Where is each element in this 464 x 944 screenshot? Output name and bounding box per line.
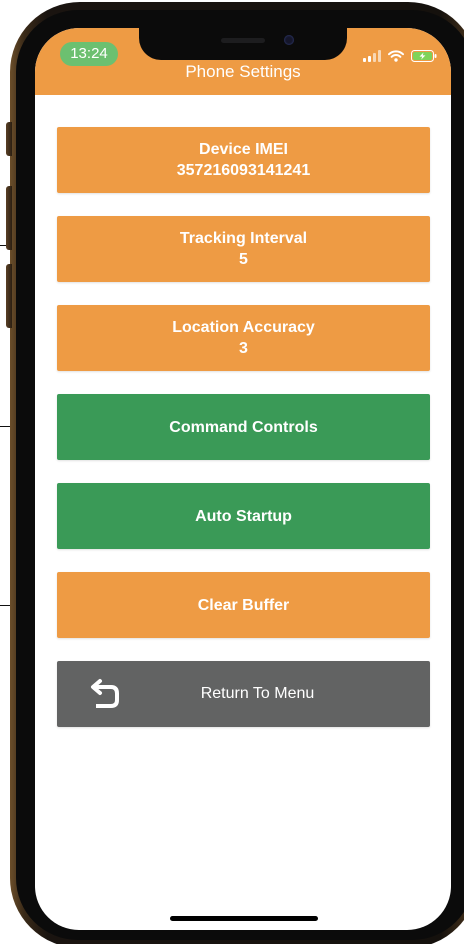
status-icons	[363, 48, 437, 62]
earpiece-speaker	[221, 38, 265, 43]
wifi-icon	[388, 50, 404, 62]
tracking-interval-button[interactable]: Tracking Interval 5	[57, 216, 430, 282]
phone-volume-down-button	[6, 264, 12, 328]
page-title: Phone Settings	[185, 62, 301, 81]
location-accuracy-value: 3	[239, 340, 248, 357]
signal-icon	[363, 50, 381, 62]
home-indicator[interactable]	[170, 916, 318, 921]
screenshot-stage: 13:24 Phone Settings Device IMEI 3572160…	[0, 0, 464, 944]
command-controls-label: Command Controls	[169, 418, 318, 436]
device-imei-button[interactable]: Device IMEI 357216093141241	[57, 127, 430, 193]
device-imei-value: 357216093141241	[176, 162, 311, 179]
clear-buffer-label: Clear Buffer	[197, 596, 290, 614]
location-accuracy-button[interactable]: Location Accuracy 3	[57, 305, 430, 371]
phone-notch	[139, 28, 347, 60]
auto-startup-label: Auto Startup	[195, 507, 292, 525]
front-camera	[284, 35, 294, 45]
device-imei-label: Device IMEI	[199, 141, 288, 158]
command-controls-button[interactable]: Command Controls	[57, 394, 430, 460]
return-to-menu-button[interactable]: Return To Menu	[57, 661, 430, 727]
battery-charging-icon	[411, 50, 437, 62]
tracking-interval-label: Tracking Interval	[179, 230, 308, 247]
phone-silent-switch	[6, 122, 12, 156]
tracking-interval-value: 5	[239, 251, 248, 268]
auto-startup-button[interactable]: Auto Startup	[57, 483, 430, 549]
clear-buffer-button[interactable]: Clear Buffer	[57, 572, 430, 638]
return-to-menu-label: Return To Menu	[200, 685, 315, 702]
phone-screen: 13:24 Phone Settings Device IMEI 3572160…	[35, 28, 451, 930]
phone-volume-up-button	[6, 186, 12, 250]
location-accuracy-label: Location Accuracy	[172, 319, 315, 336]
